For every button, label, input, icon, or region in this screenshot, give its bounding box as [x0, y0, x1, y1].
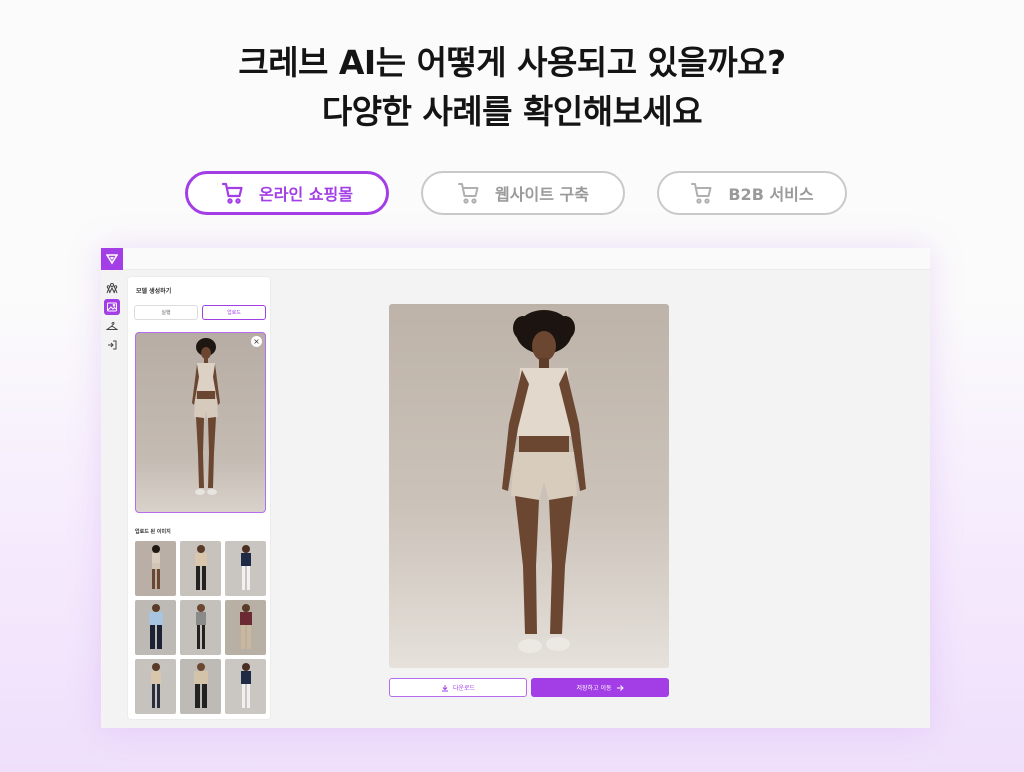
tab-label: 웹사이트 구축	[495, 185, 589, 204]
model-thumbnail-image	[149, 604, 163, 649]
thumbnail[interactable]	[225, 659, 266, 714]
arrow-right-icon	[616, 684, 624, 691]
model-thumbnail-image	[241, 545, 251, 590]
thumbnail[interactable]	[180, 541, 221, 596]
headline: 크레브 AI는 어떻게 사용되고 있을까요? 다양한 사례를 확인해보세요	[0, 38, 1024, 136]
logo-icon	[106, 254, 118, 265]
tab-label: B2B 서비스	[728, 185, 814, 204]
rail-exit[interactable]	[104, 337, 120, 353]
exit-icon	[108, 340, 117, 350]
tab-website-building[interactable]: 웹사이트 구축	[421, 171, 625, 215]
models-icon	[106, 283, 118, 294]
thumbnail[interactable]	[225, 541, 266, 596]
hanger-icon	[106, 321, 118, 330]
model-thumbnail-image	[151, 663, 161, 708]
uploaded-images-label: 업로드 된 이미지	[135, 529, 171, 535]
model-thumbnail-image	[196, 604, 206, 649]
headline-line-2: 다양한 사례를 확인해보세요	[321, 92, 703, 131]
save-label: 저장하고 이동	[576, 685, 612, 692]
model-figure	[192, 338, 220, 495]
thumbnail[interactable]	[225, 600, 266, 655]
model-thumbnail-image	[241, 663, 251, 708]
app-topbar	[101, 248, 930, 270]
side-rail	[101, 270, 123, 728]
thumbnail[interactable]	[135, 541, 176, 596]
selected-model-preview[interactable]: ×	[135, 332, 266, 513]
logo[interactable]	[101, 248, 123, 270]
rail-models[interactable]	[104, 280, 120, 296]
download-label: 다운로드	[452, 685, 476, 692]
tab-label: 온라인 쇼핑몰	[259, 185, 353, 204]
cart-icon	[458, 183, 479, 204]
model-panel: 모델 생성하기 실행 업로드 × 업로드 된 이미지	[127, 276, 271, 720]
download-icon	[441, 684, 448, 691]
segment-run[interactable]: 실행	[134, 305, 198, 320]
use-case-tabs: 온라인 쇼핑몰 웹사이트 구축 B2B 서비스	[0, 171, 1024, 216]
model-thumbnail-image	[240, 604, 252, 649]
model-thumbnail-image	[152, 545, 160, 589]
download-button[interactable]: 다운로드	[389, 678, 527, 697]
headline-line-1: 크레브 AI는 어떻게 사용되고 있을까요?	[238, 43, 786, 82]
rail-image[interactable]	[104, 299, 120, 315]
thumbnail[interactable]	[180, 600, 221, 655]
panel-title: 모델 생성하기	[136, 288, 172, 295]
segment-upload[interactable]: 업로드	[202, 305, 266, 320]
thumbnail[interactable]	[135, 600, 176, 655]
rail-hanger[interactable]	[104, 318, 120, 334]
tab-b2b-service[interactable]: B2B 서비스	[657, 171, 847, 215]
thumbnail[interactable]	[135, 659, 176, 714]
cart-icon	[221, 182, 243, 204]
model-thumbnail-image	[194, 663, 208, 708]
model-figure	[502, 310, 586, 653]
tab-online-shopping[interactable]: 온라인 쇼핑몰	[185, 171, 389, 215]
uploaded-thumbnails	[135, 541, 266, 715]
remove-image-button[interactable]: ×	[251, 336, 262, 347]
model-thumbnail-image	[195, 545, 207, 590]
app-screenshot: 모델 생성하기 실행 업로드 × 업로드 된 이미지 다운로드 저장하고 이동	[101, 248, 930, 728]
save-and-continue-button[interactable]: 저장하고 이동	[531, 678, 669, 697]
cart-icon	[691, 183, 712, 204]
generated-model-image	[389, 304, 669, 668]
thumbnail[interactable]	[180, 659, 221, 714]
image-icon	[107, 302, 117, 312]
